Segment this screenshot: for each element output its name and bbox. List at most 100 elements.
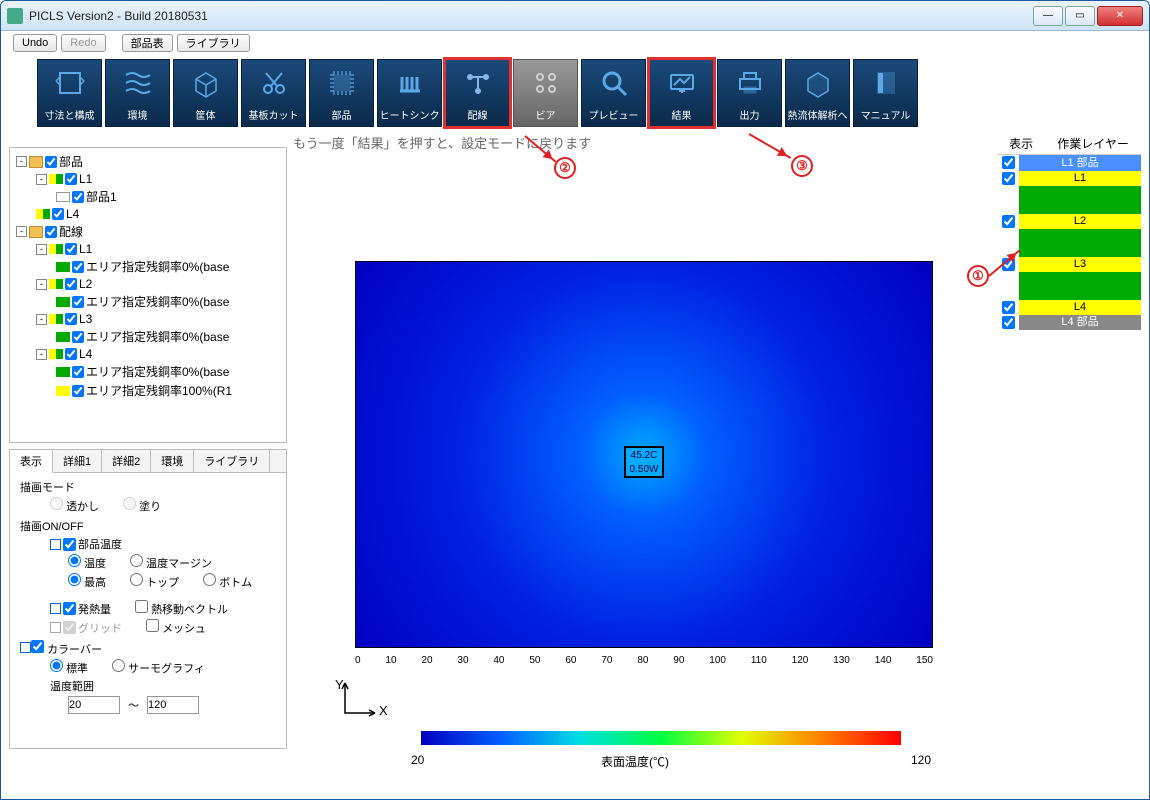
colorbar (421, 731, 901, 745)
tab-detail1[interactable]: 詳細1 (53, 450, 102, 472)
tool-manual[interactable]: マニュアル (853, 59, 918, 127)
cb-heat-vector[interactable]: 熱移動ベクトル (135, 600, 228, 617)
close-button[interactable]: ✕ (1097, 6, 1143, 26)
temp-range-label: 温度範囲 (50, 681, 94, 693)
window-buttons: — ▭ ✕ (1033, 6, 1143, 26)
properties-body: 描画モード 透かし 塗り 描画ON/OFF 部品温度 温度 温度マージン (10, 473, 286, 724)
tool-result[interactable]: 結果 (649, 59, 714, 127)
colorbar-title: 表面温度(℃) (601, 753, 669, 770)
tool-via[interactable]: ビア (513, 59, 578, 127)
heatmap-plot[interactable]: 45.2C0.50W (355, 261, 933, 648)
tool-output[interactable]: 出力 (717, 59, 782, 127)
x-axis-ticks: 0102030405060708090100110120130140150 (355, 655, 933, 666)
tree-node-wl4[interactable]: - L4 (10, 346, 286, 362)
window-title: PICLS Version2 - Build 20180531 (29, 9, 1033, 23)
tool-thermal-analysis[interactable]: 熱流体解析へ (785, 59, 850, 127)
tree-node-wl1-item[interactable]: エリア指定残銅率0%(base (10, 257, 286, 276)
colorbar-labels: 20 120 (411, 753, 931, 767)
tree-node-wiring[interactable]: - 配線 (10, 222, 286, 241)
maximize-button[interactable]: ▭ (1065, 6, 1095, 26)
tool-environment[interactable]: 環境 (105, 59, 170, 127)
redo-button[interactable]: Redo (61, 34, 105, 52)
draw-mode-label: 描画モード (20, 479, 276, 495)
parts-table-button[interactable]: 部品表 (122, 34, 173, 52)
help-text: もう一度「結果」を押すと、設定モードに戻ります (293, 133, 591, 152)
tree-node-wl4-item1[interactable]: エリア指定残銅率0%(base (10, 362, 286, 381)
layer-l3[interactable]: L3 (1019, 257, 1141, 272)
radio-temp[interactable]: 温度 (68, 554, 106, 571)
tool-dimensions[interactable]: 寸法と構成 (37, 59, 102, 127)
tab-env[interactable]: 環境 (151, 450, 194, 472)
tree-node-wl1[interactable]: - L1 (10, 241, 286, 257)
radio-max[interactable]: 最高 (68, 573, 106, 590)
layer-panel: 表示作業レイヤー L1 部品 L1 L2 L3 L4 L4 部品 (997, 133, 1141, 330)
layer-cb-1[interactable] (1002, 172, 1015, 185)
tree-node-wl3[interactable]: - L3 (10, 311, 286, 327)
tree-node-wl2-item[interactable]: エリア指定残銅率0%(base (10, 292, 286, 311)
cb-mesh[interactable]: メッシュ (146, 619, 206, 636)
cb-parts-temp[interactable]: 部品温度 (50, 536, 276, 552)
left-panel: - 部品 - L1 部品1 L4 - 配線 - L1 エリア指定残銅率0%(ba… (9, 147, 287, 791)
layer-l4[interactable]: L4 (1019, 300, 1141, 315)
titlebar: PICLS Version2 - Build 20180531 — ▭ ✕ (1, 1, 1149, 31)
draw-onoff-label: 描画ON/OFF (20, 518, 276, 534)
tab-detail2[interactable]: 詳細2 (102, 450, 151, 472)
layer-cb-4[interactable] (1002, 301, 1015, 314)
tab-display[interactable]: 表示 (10, 450, 53, 473)
layer-list: L1 部品 L1 L2 L3 L4 L4 部品 (997, 154, 1141, 330)
result-view: 45.2C0.50W 01020304050607080901001101201… (301, 163, 989, 791)
tree-node-wl3-item[interactable]: エリア指定残銅率0%(base (10, 327, 286, 346)
main-area: もう一度「結果」を押すと、設定モードに戻ります - 部品 - L1 部品1 L4… (1, 133, 1149, 799)
tree-node-l4[interactable]: L4 (10, 206, 286, 222)
layer-panel-header: 表示作業レイヤー (997, 133, 1141, 154)
tool-preview[interactable]: プレビュー (581, 59, 646, 127)
tool-wiring[interactable]: 配線 (445, 59, 510, 127)
tree-node-parts[interactable]: - 部品 (10, 152, 286, 171)
tree-node-wl2[interactable]: - L2 (10, 276, 286, 292)
tool-enclosure[interactable]: 筐体 (173, 59, 238, 127)
radio-transparent[interactable]: 透かし (50, 497, 99, 514)
tool-parts[interactable]: 部品 (309, 59, 374, 127)
layer-gap-2[interactable] (1019, 229, 1141, 257)
tool-board-cut[interactable]: 基板カット (241, 59, 306, 127)
layer-cb-2[interactable] (1002, 215, 1015, 228)
axes-icon: Y X (335, 679, 379, 726)
radio-fill[interactable]: 塗り (123, 497, 161, 514)
radio-top[interactable]: トップ (130, 573, 179, 590)
tree-node-parts1[interactable]: 部品1 (10, 187, 286, 206)
layer-l4-parts[interactable]: L4 部品 (1019, 315, 1141, 330)
layer-cb-0[interactable] (1002, 156, 1015, 169)
tree-panel[interactable]: - 部品 - L1 部品1 L4 - 配線 - L1 エリア指定残銅率0%(ba… (9, 147, 287, 443)
app-window: PICLS Version2 - Build 20180531 — ▭ ✕ Un… (0, 0, 1150, 800)
undo-button[interactable]: Undo (13, 34, 57, 52)
radio-standard[interactable]: 標準 (50, 659, 88, 676)
tree-node-l1[interactable]: - L1 (10, 171, 286, 187)
minimize-button[interactable]: — (1033, 6, 1063, 26)
cb-heat[interactable]: 発熱量 (50, 600, 111, 617)
tab-library[interactable]: ライブラリ (194, 450, 270, 472)
layer-l2[interactable]: L2 (1019, 214, 1141, 229)
main-toolbar: 寸法と構成 環境 筐体 基板カット 部品 ヒートシンク 配線 ビア プレビュー … (1, 55, 1149, 133)
app-icon (7, 8, 23, 24)
properties-panel: 表示 詳細1 詳細2 環境 ライブラリ 描画モード 透かし 塗り 描画ON/OF… (9, 449, 287, 749)
tool-heatsink[interactable]: ヒートシンク (377, 59, 442, 127)
layer-l1[interactable]: L1 (1019, 171, 1141, 186)
range-low-input[interactable] (68, 696, 120, 714)
radio-bottom[interactable]: ボトム (203, 573, 252, 590)
cb-colorbar[interactable]: カラーバー (20, 640, 276, 657)
tree-node-wl4-item2[interactable]: エリア指定残銅率100%(R1 (10, 381, 286, 400)
radio-temp-margin[interactable]: 温度マージン (130, 554, 212, 571)
radio-thermography[interactable]: サーモグラフィ (112, 659, 205, 676)
layer-cb-3[interactable] (1002, 258, 1015, 271)
layer-l1-parts[interactable]: L1 部品 (1019, 155, 1141, 171)
annotation-3-arrow (749, 133, 792, 159)
layer-gap-3[interactable] (1019, 272, 1141, 300)
layer-cb-5[interactable] (1002, 316, 1015, 329)
top-button-row: Undo Redo 部品表 ライブラリ (1, 31, 1149, 55)
hotspot-readout: 45.2C0.50W (624, 446, 664, 478)
properties-tabs: 表示 詳細1 詳細2 環境 ライブラリ (10, 450, 286, 473)
layer-gap-1[interactable] (1019, 186, 1141, 214)
cb-grid[interactable]: グリッド (50, 619, 122, 636)
library-button[interactable]: ライブラリ (177, 34, 250, 52)
range-high-input[interactable] (147, 696, 199, 714)
